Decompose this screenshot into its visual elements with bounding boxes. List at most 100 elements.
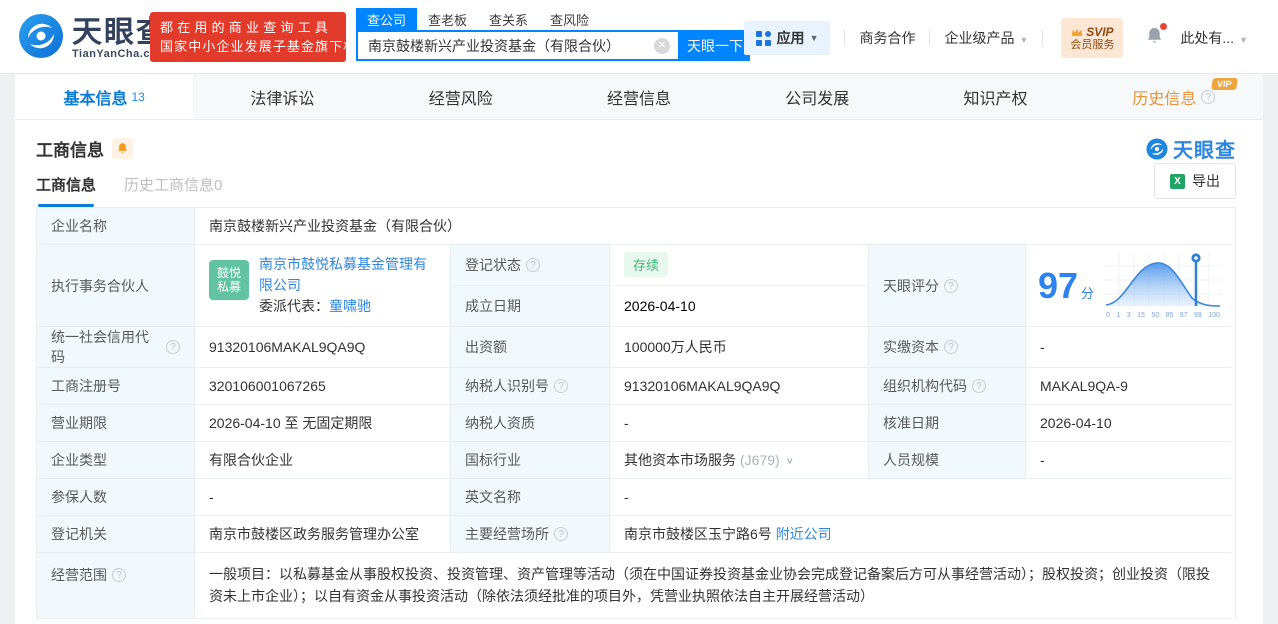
business-coop-link[interactable]: 商务合作: [859, 28, 915, 48]
divider: [929, 30, 931, 46]
promo-line2: 国家中小企业发展子基金旗下机构: [160, 39, 372, 54]
subtab-business-info[interactable]: 工商信息: [36, 174, 96, 207]
org-code-label: 组织机构代码: [869, 368, 1026, 405]
chevron-down-icon: [1239, 35, 1248, 45]
search-tab-boss[interactable]: 查老板: [417, 8, 478, 31]
taxpayer-quali-label: 纳税人资质: [451, 405, 610, 442]
vip-badge: VIP: [1211, 78, 1238, 90]
promo-line1: 都在用的商业查询工具: [160, 20, 333, 35]
status-badge: 存续: [624, 252, 669, 278]
chevron-down-icon: [1019, 35, 1028, 45]
subtab-history-business-info[interactable]: 历史工商信息0: [124, 174, 222, 207]
search-button[interactable]: 天眼一下: [680, 30, 750, 61]
staff-size-label: 人员规模: [869, 442, 1026, 479]
divider: [1042, 30, 1044, 46]
tab-basic-info[interactable]: 基本信息 13: [15, 74, 194, 119]
help-icon[interactable]: [972, 379, 986, 393]
term-value: 2026-04-10 至 无固定期限: [195, 405, 451, 442]
partner-company-link[interactable]: 南京市鼓悦私募基金管理有限公司: [259, 256, 427, 293]
reg-authority-label: 登记机关: [37, 516, 195, 553]
notification-bell-icon[interactable]: [1145, 22, 1168, 51]
partner-avatar[interactable]: 鼓悦 私募: [209, 260, 249, 300]
approval-date-label: 核准日期: [869, 405, 1026, 442]
taxpayer-id-label: 纳税人识别号: [451, 368, 610, 405]
est-date-value: 2026-04-10: [624, 297, 696, 314]
monitor-bell-icon[interactable]: [112, 138, 133, 159]
score-label: 天眼评分: [869, 245, 1026, 327]
score-distribution-chart: 0 1 3 15 50 85 97 99 100: [1104, 252, 1223, 319]
help-icon[interactable]: [944, 278, 958, 293]
search-tabs: 查公司 查老板 查关系 查风险: [356, 7, 750, 31]
search-input-wrap: [356, 30, 680, 61]
user-account-label: 此处有...: [1180, 30, 1235, 46]
address-value: 南京市鼓楼区玉宁路6号 附近公司: [610, 516, 1231, 553]
help-icon[interactable]: [526, 257, 540, 272]
chevron-down-icon: [810, 33, 819, 43]
search-tab-relation[interactable]: 查关系: [478, 8, 539, 31]
help-icon[interactable]: [554, 379, 568, 393]
paid-capital-value: -: [1026, 327, 1231, 368]
search-input[interactable]: [358, 32, 678, 59]
top-header: 天眼查 TianYanCha.com 都在用的商业查询工具 国家中小企业发展子基…: [0, 0, 1278, 74]
insured-label: 参保人数: [37, 479, 195, 516]
svip-member-button[interactable]: SVIP 会员服务: [1061, 18, 1124, 58]
company-nav-tabs: 基本信息 13 法律诉讼 经营风险 经营信息 公司发展 知识产权 VIP 历史信…: [15, 74, 1263, 120]
promo-badge: 都在用的商业查询工具 国家中小企业发展子基金旗下机构: [150, 12, 372, 62]
industry-label: 国标行业: [451, 442, 610, 479]
search-tab-risk[interactable]: 查风险: [539, 8, 600, 31]
section-head: 工商信息 天眼查: [15, 120, 1263, 163]
score-value: 97: [1038, 264, 1079, 306]
search-block: 查公司 查老板 查关系 查风险 天眼一下: [356, 7, 750, 61]
reg-authority-value: 南京市鼓楼区政务服务管理办公室: [195, 516, 451, 553]
svip-sub-label: 会员服务: [1070, 38, 1115, 51]
help-icon[interactable]: [554, 527, 568, 541]
tab-basic-info-label: 基本信息: [63, 90, 128, 108]
chevron-down-icon[interactable]: [786, 455, 794, 465]
user-account-menu[interactable]: 此处有...: [1180, 28, 1248, 48]
content-card: 基本信息 13 法律诉讼 经营风险 经营信息 公司发展 知识产权 VIP 历史信…: [15, 74, 1263, 624]
excel-icon: [1170, 173, 1185, 189]
help-icon[interactable]: [944, 340, 958, 354]
help-icon[interactable]: [1201, 89, 1216, 104]
clear-icon[interactable]: [654, 38, 670, 54]
reg-no-value: 320106001067265: [195, 368, 451, 405]
partner-label: 执行事务合伙人: [37, 245, 195, 327]
watermark-text: 天眼查: [1173, 140, 1236, 162]
score-unit: 分: [1081, 286, 1095, 301]
term-label: 营业期限: [37, 405, 195, 442]
help-icon[interactable]: [166, 340, 180, 354]
search-tab-company[interactable]: 查公司: [356, 7, 418, 31]
credit-code-value: 91320106MAKAL9QA9Q: [195, 327, 451, 368]
export-button[interactable]: 导出: [1154, 163, 1236, 199]
company-type-value: 有限合伙企业: [195, 442, 451, 479]
apps-label: 应用: [776, 30, 805, 46]
rep-name-link[interactable]: 童啸驰: [329, 298, 371, 314]
insured-value: -: [195, 479, 451, 516]
capital-value: 100000万人民币: [610, 327, 869, 368]
section-title: 工商信息: [36, 141, 104, 160]
tab-intellectual-property[interactable]: 知识产权: [906, 74, 1084, 119]
page: 天眼查 TianYanCha.com 都在用的商业查询工具 国家中小企业发展子基…: [0, 0, 1278, 624]
capital-label: 出资额: [451, 327, 610, 368]
enterprise-product-link[interactable]: 企业级产品: [944, 28, 1028, 48]
tab-operation-risk[interactable]: 经营风险: [372, 74, 550, 119]
english-name-label: 英文名称: [451, 479, 610, 516]
tab-operation-info[interactable]: 经营信息: [550, 74, 728, 119]
org-code-value: MAKAL9QA-9: [1026, 368, 1231, 405]
scope-label: 经营范围: [37, 553, 195, 619]
tab-legal[interactable]: 法律诉讼: [193, 74, 371, 119]
tab-company-development[interactable]: 公司发展: [728, 74, 906, 119]
site-logo[interactable]: 天眼查 TianYanCha.com: [18, 13, 168, 64]
divider: [844, 30, 846, 46]
company-name-value: 南京鼓楼新兴产业投资基金（有限合伙）: [195, 208, 1231, 245]
help-icon[interactable]: [112, 568, 126, 582]
tab-basic-info-count: 13: [131, 89, 145, 104]
score-cell[interactable]: 97 分 0 1 3 15 50 85 97 99 100: [1026, 245, 1231, 327]
industry-code: (J679): [740, 452, 780, 468]
business-info-table: 企业名称 南京鼓楼新兴产业投资基金（有限合伙） 执行事务合伙人 鼓悦 私募 南京…: [36, 207, 1236, 619]
nearby-companies-link[interactable]: 附近公司: [776, 524, 832, 544]
tab-history-info[interactable]: VIP 历史信息: [1085, 74, 1263, 119]
status-date-subgrid: 登记状态 存续 成立日期 2026-04-10: [451, 245, 869, 327]
apps-button[interactable]: 应用: [743, 21, 831, 55]
address-label: 主要经营场所: [451, 516, 610, 553]
